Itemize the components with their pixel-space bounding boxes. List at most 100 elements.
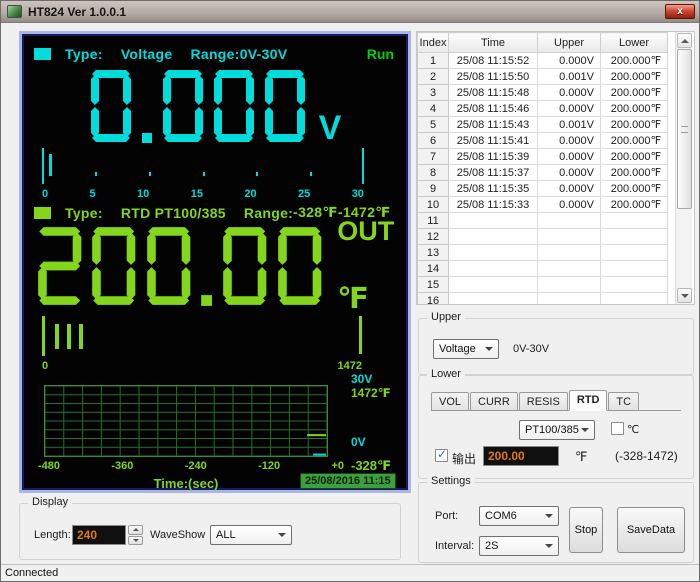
table-cell [538, 293, 601, 306]
celsius-checkbox[interactable] [611, 422, 624, 435]
table-cell: 0.000V [538, 165, 601, 181]
table-cell: 0.000V [538, 149, 601, 165]
spin-up-icon[interactable] [128, 525, 143, 535]
table-row[interactable]: 14 [418, 261, 668, 277]
graph-ymax-upper: 30V [351, 372, 372, 386]
waveshow-select[interactable]: ALL [210, 525, 292, 545]
table-row[interactable]: 11 [418, 213, 668, 229]
title-bar[interactable]: HT824 Ver 1.0.0.1 x [1, 1, 699, 23]
scale-tick [42, 316, 45, 356]
tab-vol[interactable]: VOL [431, 392, 469, 410]
waveshow-label: WaveShow [150, 529, 205, 541]
table-row[interactable]: 625/08 11:15:410.000V200.000℉ [418, 133, 668, 149]
upper-scale: 051015202530 [42, 148, 364, 200]
display-group: Display Length: 240 WaveShow ALL [19, 503, 401, 560]
tab-rtd[interactable]: RTD [569, 390, 608, 411]
table-cell: 25/08 11:15:48 [449, 85, 538, 101]
celsius-label: ℃ [627, 423, 639, 436]
upper-range-hint: 0V-30V [513, 343, 549, 355]
spin-down-icon[interactable] [128, 536, 143, 546]
client-area: Type: Voltage Range:0V-30V Run V [1, 23, 699, 564]
lower-readout-side: OUT ℉ [337, 218, 394, 314]
table-row[interactable]: 16 [418, 293, 668, 306]
table-cell: 0.001V [538, 117, 601, 133]
table-cell: 6 [418, 133, 449, 149]
window-title: HT824 Ver 1.0.0.1 [28, 5, 126, 19]
interval-label: Interval: [435, 540, 474, 552]
table-cell [601, 261, 668, 277]
lower-type-label: Type: [65, 205, 103, 221]
tab-curr[interactable]: CURR [470, 392, 518, 410]
table-cell: 3 [418, 85, 449, 101]
tick-label: -480 [38, 460, 60, 472]
upper-mode-value: Voltage [439, 343, 476, 355]
table-cell: 0.000V [538, 133, 601, 149]
table-cell [601, 213, 668, 229]
col-header-upper[interactable]: Upper [538, 33, 601, 53]
table-row[interactable]: 525/08 11:15:430.001V200.000℉ [418, 117, 668, 133]
scroll-up-icon[interactable] [677, 33, 692, 48]
col-header-lower[interactable]: Lower [601, 33, 668, 53]
col-header-index[interactable]: Index [418, 33, 449, 53]
sensor-select[interactable]: PT100/385 [519, 420, 595, 440]
scroll-down-icon[interactable] [677, 288, 692, 303]
upper-mode-select[interactable]: Voltage [433, 339, 499, 359]
table-row[interactable]: 1025/08 11:15:330.000V200.000℉ [418, 197, 668, 213]
output-checkbox[interactable] [435, 449, 448, 462]
table-cell: 11 [418, 213, 449, 229]
table-cell: 25/08 11:15:41 [449, 133, 538, 149]
table-cell [449, 277, 538, 293]
interval-value: 2S [485, 540, 498, 552]
table-row[interactable]: 13 [418, 245, 668, 261]
waveform-chart [44, 385, 328, 457]
tab-resis[interactable]: RESIS [519, 392, 568, 410]
table-row[interactable]: 12 [418, 229, 668, 245]
log-table-grid: Index Time Upper Lower 125/08 11:15:520.… [417, 32, 668, 305]
port-select[interactable]: COM6 [479, 506, 559, 526]
scrollbar-thumb[interactable] [677, 49, 692, 209]
upper-group: Upper Voltage 0V-30V [418, 318, 694, 375]
table-cell: 25/08 11:15:43 [449, 117, 538, 133]
table-scrollbar[interactable] [675, 32, 692, 304]
out-indicator: OUT [337, 218, 394, 245]
tab-tc[interactable]: TC [608, 392, 639, 410]
table-cell [538, 277, 601, 293]
interval-select[interactable]: 2S [479, 536, 559, 556]
table-row[interactable]: 15 [418, 277, 668, 293]
graph-ymin-upper: 0V [351, 435, 366, 449]
table-row[interactable]: 425/08 11:15:460.000V200.000℉ [418, 101, 668, 117]
table-row[interactable]: 825/08 11:15:370.000V200.000℉ [418, 165, 668, 181]
table-row[interactable]: 325/08 11:15:480.000V200.000℉ [418, 85, 668, 101]
savedata-button[interactable]: SaveData [617, 507, 685, 553]
length-spinner[interactable] [128, 525, 143, 545]
table-cell [538, 261, 601, 277]
scale-dot [256, 172, 258, 176]
table-row[interactable]: 725/08 11:15:390.000V200.000℉ [418, 149, 668, 165]
tick-label: 15 [191, 188, 203, 200]
table-cell [449, 293, 538, 306]
stop-button[interactable]: Stop [569, 507, 603, 553]
table-row[interactable]: 125/08 11:15:520.000V200.000℉ [418, 53, 668, 69]
length-label: Length: [34, 529, 71, 541]
grid-lines [45, 386, 327, 456]
length-input[interactable]: 240 [72, 525, 126, 545]
table-cell: 200.000℉ [601, 181, 668, 197]
table-cell: 1 [418, 53, 449, 69]
col-header-time[interactable]: Time [449, 33, 538, 53]
upper-scale-marks [42, 148, 364, 186]
table-cell: 12 [418, 229, 449, 245]
table-row[interactable]: 225/08 11:15:500.001V200.000℉ [418, 69, 668, 85]
close-button[interactable]: x [665, 4, 695, 19]
table-row[interactable]: 925/08 11:15:350.000V200.000℉ [418, 181, 668, 197]
table-cell [449, 261, 538, 277]
lower-unit: ℉ [337, 285, 394, 314]
lower-scale-max: 1472 [338, 360, 362, 372]
timestamp-badge: 25/08/2016 11:15 [300, 473, 396, 489]
table-cell: 13 [418, 245, 449, 261]
upper-channel-indicator-icon [34, 48, 51, 60]
lower-value-bar [67, 324, 71, 349]
output-value-input[interactable]: 200.00 [483, 446, 559, 466]
upper-range-label: Range: [190, 46, 239, 62]
tick-label: 5 [90, 188, 96, 200]
tick-label: 0 [42, 188, 48, 200]
